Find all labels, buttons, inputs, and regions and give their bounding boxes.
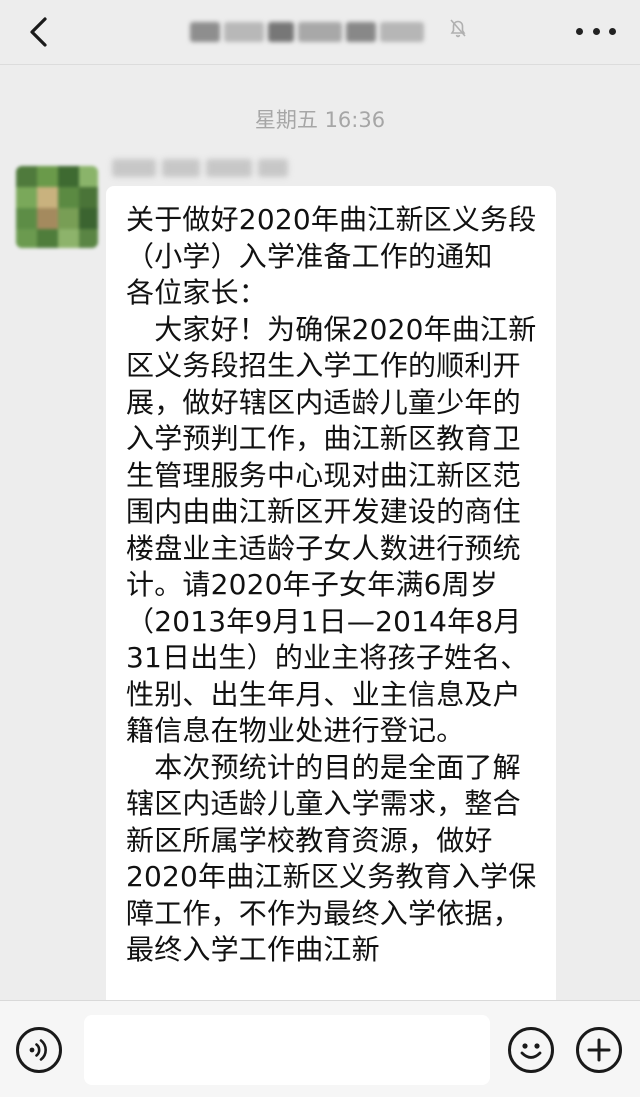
plus-button[interactable] — [576, 1027, 622, 1073]
plus-icon — [587, 1038, 611, 1062]
message-paragraph: 大家好！为确保2020年曲江新区义务段招生入学工作的顺利开展，做好辖区内适龄儿童… — [126, 312, 537, 748]
more-dots-icon — [576, 27, 583, 35]
back-button[interactable] — [22, 12, 62, 52]
message-paragraph: 本次预统计的目的是全面了解辖区内适龄儿童入学需求，整合新区所属学校教育资源，做好… — [126, 750, 537, 967]
chevron-left-icon — [30, 17, 47, 47]
message-timestamp: 星期五 16:36 — [254, 108, 386, 132]
message-bubble[interactable]: 关于做好2020年曲江新区义务段（小学）入学准备工作的通知 各位家长： 大家好！… — [106, 186, 556, 1016]
voice-icon — [29, 1039, 47, 1061]
message-paragraph: 关于做好2020年曲江新区义务段（小学）入学准备工作的通知 — [126, 203, 537, 273]
chat-header — [0, 0, 640, 65]
message-paragraph: 各位家长： — [126, 276, 268, 309]
input-bar — [0, 1000, 640, 1097]
voice-button[interactable] — [16, 1027, 62, 1073]
emoji-icon — [520, 1043, 542, 1059]
bell-off-icon — [446, 16, 470, 40]
message-text: 关于做好2020年曲江新区义务段（小学）入学准备工作的通知 各位家长： 大家好！… — [126, 202, 540, 969]
emoji-button[interactable] — [508, 1027, 554, 1073]
chat-title-blurred — [190, 14, 440, 48]
sender-name-blurred — [112, 155, 292, 181]
message-input[interactable] — [84, 1015, 490, 1085]
more-button[interactable] — [576, 16, 616, 46]
avatar[interactable] — [16, 166, 98, 248]
